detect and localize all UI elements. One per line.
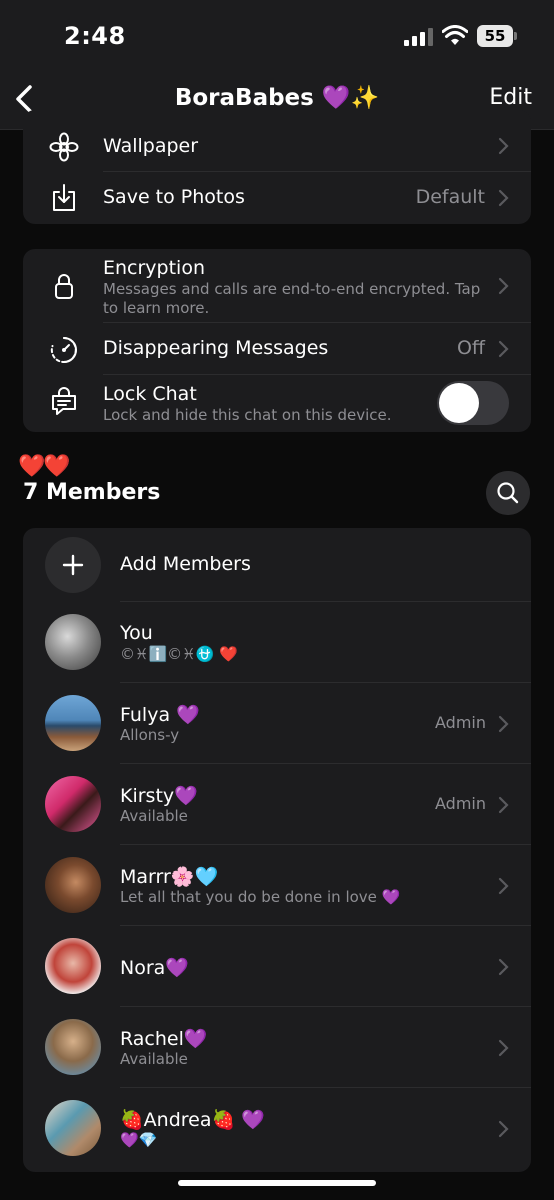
disappearing-messages-row[interactable]: Disappearing Messages Off bbox=[23, 323, 531, 375]
search-icon[interactable] bbox=[486, 471, 530, 515]
member-name: Kirsty💜 bbox=[120, 785, 198, 807]
member-status: Let all that you do be done in love 💜 bbox=[120, 888, 401, 906]
member-status: Available bbox=[120, 1050, 188, 1068]
member-name: Nora💜 bbox=[120, 957, 189, 979]
avatar bbox=[45, 614, 101, 670]
encryption-description: Messages and calls are end-to-end encryp… bbox=[103, 280, 481, 317]
hearts-emoji: ❤️❤️ bbox=[18, 454, 71, 479]
avatar bbox=[45, 776, 101, 832]
encryption-row[interactable]: Encryption Messages and calls are end-to… bbox=[23, 249, 531, 323]
chevron-right-icon bbox=[498, 340, 509, 358]
member-status: Allons-y bbox=[120, 726, 180, 744]
download-tray-icon bbox=[53, 184, 75, 211]
member-status: ©♓ℹ️©♓⛎ ❤️ bbox=[120, 645, 238, 663]
save-to-photos-value: Default bbox=[415, 186, 485, 208]
members-list-card: Add Members You ©♓ℹ️©♓⛎ ❤️ Fulya 💜 Allon… bbox=[23, 528, 531, 1172]
media-settings-card: Wallpaper Save to Photos Default bbox=[23, 110, 531, 224]
avatar bbox=[45, 938, 101, 994]
member-role-badge: Admin bbox=[435, 713, 486, 732]
member-row[interactable]: You ©♓ℹ️©♓⛎ ❤️ bbox=[23, 602, 531, 683]
battery-level: 55 bbox=[477, 25, 513, 47]
chevron-right-icon bbox=[498, 277, 509, 295]
member-status: Available bbox=[120, 807, 188, 825]
members-count-title: 7 Members bbox=[23, 480, 161, 505]
timer-icon bbox=[50, 337, 78, 363]
member-row[interactable]: Nora💜 bbox=[23, 926, 531, 1007]
status-time: 2:48 bbox=[64, 22, 126, 50]
member-name: Marrr🌸🩵 bbox=[120, 866, 219, 888]
add-members-circle bbox=[45, 537, 101, 593]
member-row[interactable]: Kirsty💜 Available Admin bbox=[23, 764, 531, 845]
home-indicator[interactable] bbox=[178, 1180, 376, 1186]
avatar bbox=[45, 1019, 101, 1075]
member-name: Fulya 💜 bbox=[120, 704, 200, 726]
member-row[interactable]: Fulya 💜 Allons-y Admin bbox=[23, 683, 531, 764]
battery-icon: 55 bbox=[477, 25, 517, 47]
add-members-label: Add Members bbox=[120, 553, 251, 575]
privacy-settings-card: Encryption Messages and calls are end-to… bbox=[23, 249, 531, 432]
chevron-right-icon bbox=[498, 1039, 509, 1057]
edit-button[interactable]: Edit bbox=[489, 85, 532, 110]
chevron-right-icon bbox=[498, 715, 509, 733]
chevron-right-icon bbox=[498, 796, 509, 814]
chat-title: BoraBabes 💜✨ bbox=[174, 85, 380, 111]
flower-icon bbox=[49, 132, 79, 162]
member-name: Rachel💜 bbox=[120, 1028, 208, 1050]
member-row[interactable]: 🍓Andrea🍓 💜 💜💎 bbox=[23, 1088, 531, 1172]
member-name: You bbox=[120, 622, 153, 644]
avatar bbox=[45, 695, 101, 751]
status-bar: 2:48 55 bbox=[0, 0, 554, 74]
member-name: 🍓Andrea🍓 💜 bbox=[120, 1109, 265, 1131]
cellular-signal-icon bbox=[404, 28, 434, 46]
member-row[interactable]: Rachel💜 Available bbox=[23, 1007, 531, 1088]
chevron-right-icon bbox=[498, 1120, 509, 1138]
lock-chat-label: Lock Chat bbox=[103, 383, 197, 405]
wallpaper-row[interactable]: Wallpaper bbox=[23, 110, 531, 172]
member-row[interactable]: Marrr🌸🩵 Let all that you do be done in l… bbox=[23, 845, 531, 926]
member-status: 💜💎 bbox=[120, 1131, 158, 1149]
save-to-photos-row[interactable]: Save to Photos Default bbox=[23, 172, 531, 224]
lock-chat-toggle[interactable] bbox=[437, 381, 509, 425]
locked-chat-bubble-icon bbox=[52, 387, 76, 415]
wallpaper-label: Wallpaper bbox=[103, 135, 199, 157]
add-members-row[interactable]: Add Members bbox=[23, 528, 531, 602]
save-to-photos-label: Save to Photos bbox=[103, 186, 245, 208]
avatar bbox=[45, 1100, 101, 1156]
avatar bbox=[45, 857, 101, 913]
chevron-right-icon bbox=[498, 137, 509, 155]
chevron-right-icon bbox=[498, 958, 509, 976]
chevron-right-icon bbox=[498, 877, 509, 895]
member-role-badge: Admin bbox=[435, 794, 486, 813]
wifi-icon bbox=[442, 25, 468, 45]
lock-chat-row: Lock Chat Lock and hide this chat on thi… bbox=[23, 375, 531, 432]
lock-icon bbox=[55, 274, 73, 299]
plus-icon bbox=[62, 554, 84, 576]
chevron-right-icon bbox=[498, 189, 509, 207]
encryption-label: Encryption bbox=[103, 257, 206, 279]
toggle-knob bbox=[439, 383, 479, 423]
disappearing-messages-value: Off bbox=[456, 337, 485, 359]
disappearing-messages-label: Disappearing Messages bbox=[103, 337, 329, 359]
